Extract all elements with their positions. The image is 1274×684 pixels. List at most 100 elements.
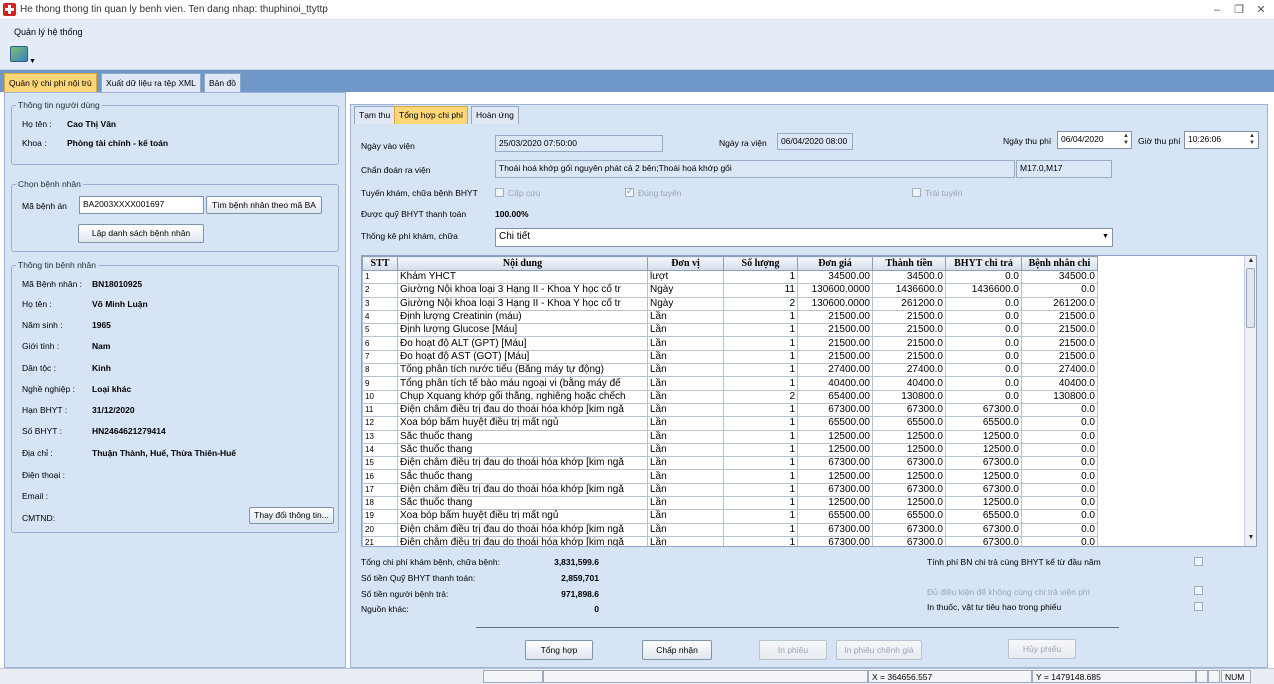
table-cell[interactable]: Giường Nội khoa loại 3 Hạng II - Khoa Y …	[397, 283, 648, 298]
scroll-down-icon[interactable]: ▼	[1246, 534, 1256, 541]
toolbar-dropdown-icon[interactable]: ▼	[29, 58, 36, 65]
table-cell[interactable]: 12500.0	[872, 496, 946, 511]
table-cell[interactable]: 130800.0	[872, 389, 946, 404]
table-cell[interactable]: Lần	[647, 469, 724, 484]
grid-column-header[interactable]: STT	[362, 256, 398, 271]
table-cell[interactable]: 21	[362, 535, 398, 546]
patient-list-button[interactable]: Lập danh sách bệnh nhân	[78, 224, 204, 243]
table-cell[interactable]: lượt	[647, 269, 724, 285]
grid-column-header[interactable]: Bệnh nhân chi	[1021, 256, 1098, 271]
table-row[interactable]: 5 Định lượng Glucose [Máu] Lần 1 21500.00 215…	[362, 323, 1098, 338]
table-cell[interactable]: 65500.0	[945, 416, 1022, 431]
table-cell[interactable]: 1	[723, 535, 798, 546]
table-cell[interactable]: 65500.0	[872, 509, 946, 524]
table-cell[interactable]: Lần	[647, 509, 724, 524]
table-cell[interactable]: 67300.0	[945, 402, 1022, 418]
table-cell[interactable]: 12500.0	[872, 429, 946, 444]
toolbar-tool-button[interactable]: ▼	[8, 44, 36, 68]
table-cell[interactable]: 1	[723, 456, 798, 471]
table-cell[interactable]: 12500.0	[945, 469, 1022, 484]
table-cell[interactable]: Lần	[647, 416, 724, 431]
table-cell[interactable]: Chụp Xquang khớp gối thẳng, nghiêng hoặc…	[397, 389, 648, 404]
table-cell[interactable]: 21500.00	[797, 309, 873, 325]
tab-inpatient-costs[interactable]: Quản lý chi phí nội trú	[4, 73, 97, 92]
table-cell[interactable]: Ngày	[647, 296, 724, 311]
table-cell[interactable]: 21500.0	[872, 323, 946, 338]
table-cell[interactable]: Lần	[647, 429, 724, 444]
table-cell[interactable]: 0.0	[1021, 496, 1098, 511]
table-cell[interactable]: 1	[362, 269, 398, 285]
table-row[interactable]: 21 Điện châm điều trị đau do thoái hóa kh…	[362, 535, 1098, 546]
table-cell[interactable]: 0.0	[945, 296, 1022, 311]
table-cell[interactable]: 40400.0	[1021, 376, 1098, 391]
option-exempt-checkbox[interactable]	[1194, 586, 1203, 595]
table-cell[interactable]: 0.0	[1021, 535, 1098, 546]
admit-date-field[interactable]: 25/03/2020 07:50:00	[495, 135, 663, 152]
stats-select[interactable]: Chi tiết	[495, 228, 1113, 247]
table-cell[interactable]: 12500.00	[797, 442, 873, 458]
table-cell[interactable]: 8	[362, 363, 398, 378]
table-cell[interactable]: 6	[362, 336, 398, 351]
table-cell[interactable]: Sắc thuốc thang	[397, 496, 648, 511]
table-cell[interactable]: 12500.0	[945, 442, 1022, 458]
table-row[interactable]: 8 Tổng phân tích nước tiểu (Bằng máy tự đ…	[362, 363, 1098, 378]
table-cell[interactable]: 11	[362, 402, 398, 418]
close-button[interactable]: ✕	[1250, 2, 1272, 18]
table-cell[interactable]: 1	[723, 376, 798, 391]
table-cell[interactable]: 0.0	[1021, 522, 1098, 537]
tab-map[interactable]: Bản đồ	[204, 73, 241, 92]
table-cell[interactable]: 1	[723, 442, 798, 458]
table-cell[interactable]: 34500.00	[797, 269, 873, 285]
table-cell[interactable]: 12500.0	[872, 469, 946, 484]
table-cell[interactable]: 65400.00	[797, 389, 873, 404]
table-cell[interactable]: 0.0	[1021, 456, 1098, 471]
table-cell[interactable]: 67300.0	[945, 482, 1022, 498]
table-cell[interactable]: 21500.0	[1021, 309, 1098, 325]
icd-code-field[interactable]: M17.0,M17	[1016, 160, 1112, 178]
table-cell[interactable]: 12500.00	[797, 429, 873, 444]
table-cell[interactable]: 12500.0	[872, 442, 946, 458]
table-cell[interactable]: 65500.00	[797, 416, 873, 431]
table-cell[interactable]: 2	[723, 296, 798, 311]
table-cell[interactable]: 67300.00	[797, 402, 873, 418]
option-print-supplies-checkbox[interactable]	[1194, 602, 1203, 611]
wrong-route-checkbox[interactable]	[912, 188, 921, 197]
table-cell[interactable]: Lần	[647, 376, 724, 391]
table-cell[interactable]: 0.0	[1021, 402, 1098, 418]
table-cell[interactable]: 0.0	[1021, 482, 1098, 498]
search-by-record-button[interactable]: Tìm bệnh nhân theo mã BA	[206, 196, 322, 214]
table-cell[interactable]: Điện châm điều trị đau do thoái hóa khớp…	[397, 456, 648, 471]
table-cell[interactable]: Lần	[647, 349, 724, 365]
print-button[interactable]: In phiếu	[759, 640, 827, 660]
table-row[interactable]: 11 Điện châm điều trị đau do thoái hóa kh…	[362, 402, 1098, 418]
table-row[interactable]: 19 Xoa bóp bấm huyệt điều trị mất ngủ Lần 1…	[362, 509, 1098, 524]
table-cell[interactable]: 0.0	[945, 309, 1022, 325]
table-cell[interactable]: Sắc thuốc thang	[397, 442, 648, 458]
table-cell[interactable]: Lần	[647, 389, 724, 404]
table-cell[interactable]: 19	[362, 509, 398, 524]
discharge-date-field[interactable]: 06/04/2020 08:00	[777, 133, 853, 150]
table-cell[interactable]: Lần	[647, 522, 724, 537]
table-cell[interactable]: 0.0	[1021, 442, 1098, 458]
table-row[interactable]: 4 Định lượng Creatinin (máu) Lần 1 21500.00 2…	[362, 309, 1098, 325]
menu-system[interactable]: Quản lý hệ thống	[14, 27, 83, 37]
spin-down-icon[interactable]: ▼	[1247, 140, 1257, 147]
table-cell[interactable]: 40400.00	[797, 376, 873, 391]
table-cell[interactable]: 7	[362, 349, 398, 365]
table-cell[interactable]: 17	[362, 482, 398, 498]
table-cell[interactable]: 67300.00	[797, 482, 873, 498]
grid-column-header[interactable]: BHYT chi trả	[945, 256, 1022, 271]
correct-route-checkbox[interactable]	[625, 186, 634, 197]
spin-up-icon[interactable]: ▲	[1247, 133, 1257, 140]
table-cell[interactable]: 0.0	[945, 269, 1022, 285]
table-cell[interactable]: 0.0	[945, 336, 1022, 351]
table-row[interactable]: 9 Tổng phân tích tế bào máu ngoại vi (bằn…	[362, 376, 1098, 391]
table-cell[interactable]: 261200.0	[1021, 296, 1098, 311]
record-id-input[interactable]: BA2003XXXX001697	[79, 196, 204, 214]
table-cell[interactable]: Định lượng Glucose [Máu]	[397, 323, 648, 338]
diagnosis-field[interactable]: Thoái hoá khớp gối nguyên phát cả 2 bên;…	[495, 160, 1015, 178]
grid-column-header[interactable]: Thành tiền	[872, 256, 946, 271]
table-cell[interactable]: 67300.0	[945, 522, 1022, 537]
table-cell[interactable]: 130600.0000	[797, 296, 873, 311]
table-row[interactable]: 14 Sắc thuốc thang Lần 1 12500.00 12500.0 1250…	[362, 442, 1098, 458]
